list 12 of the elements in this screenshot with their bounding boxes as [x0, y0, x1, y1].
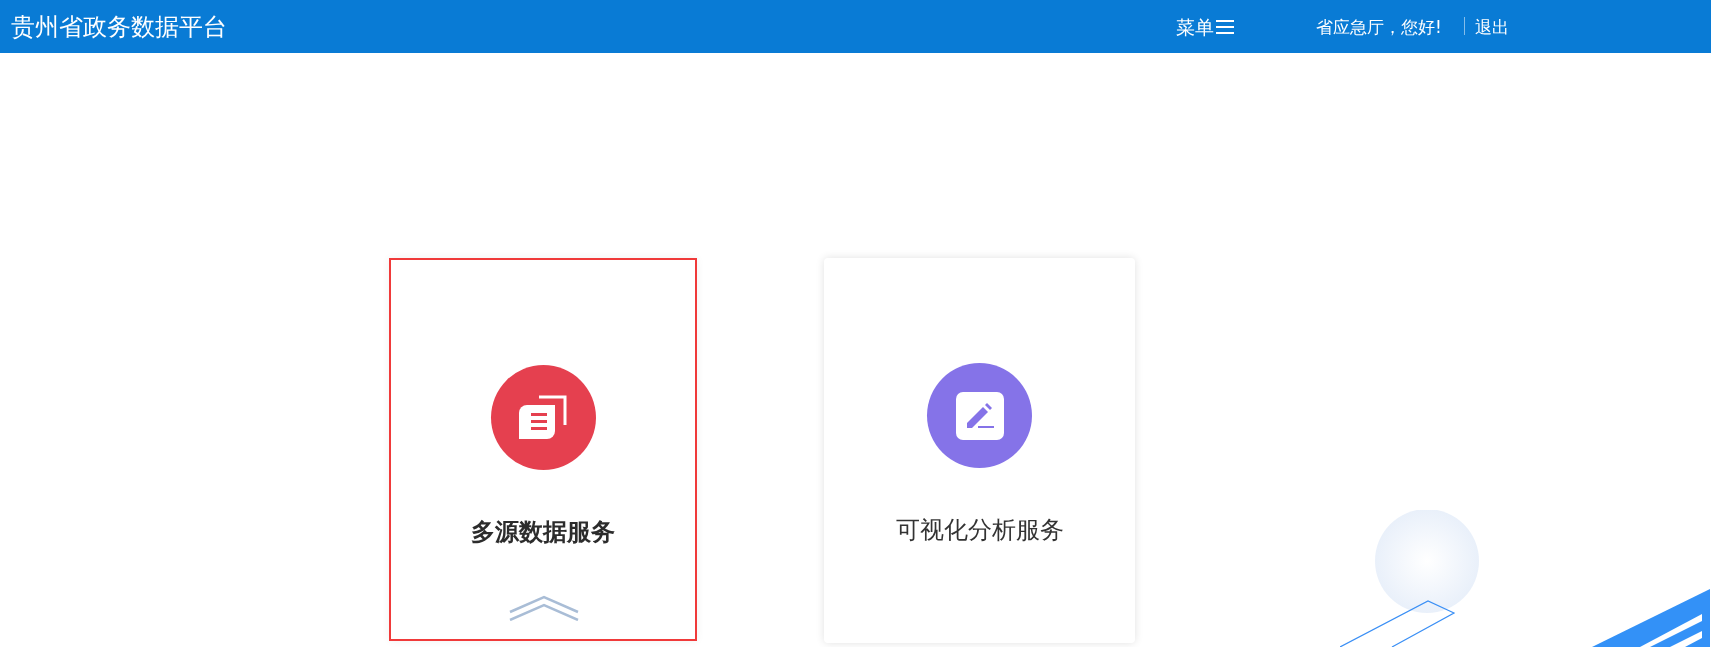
app-title: 贵州省政务数据平台	[11, 11, 227, 43]
service-card[interactable]: 可视化分析服务	[824, 258, 1135, 643]
card-title: 多源数据服务	[471, 517, 615, 548]
greeting-text: 省应急厅，您好!	[1316, 16, 1442, 39]
logout-link[interactable]: 退出	[1475, 15, 1509, 41]
documents-icon	[519, 394, 567, 441]
card-title: 可视化分析服务	[895, 515, 1064, 546]
menu-icon	[1216, 19, 1234, 36]
chevron-up-icon	[509, 595, 579, 621]
menu-button[interactable]: 菜单	[1176, 13, 1234, 42]
service-card[interactable]: 多源数据服务	[389, 258, 697, 641]
edit-icon	[955, 391, 1004, 440]
